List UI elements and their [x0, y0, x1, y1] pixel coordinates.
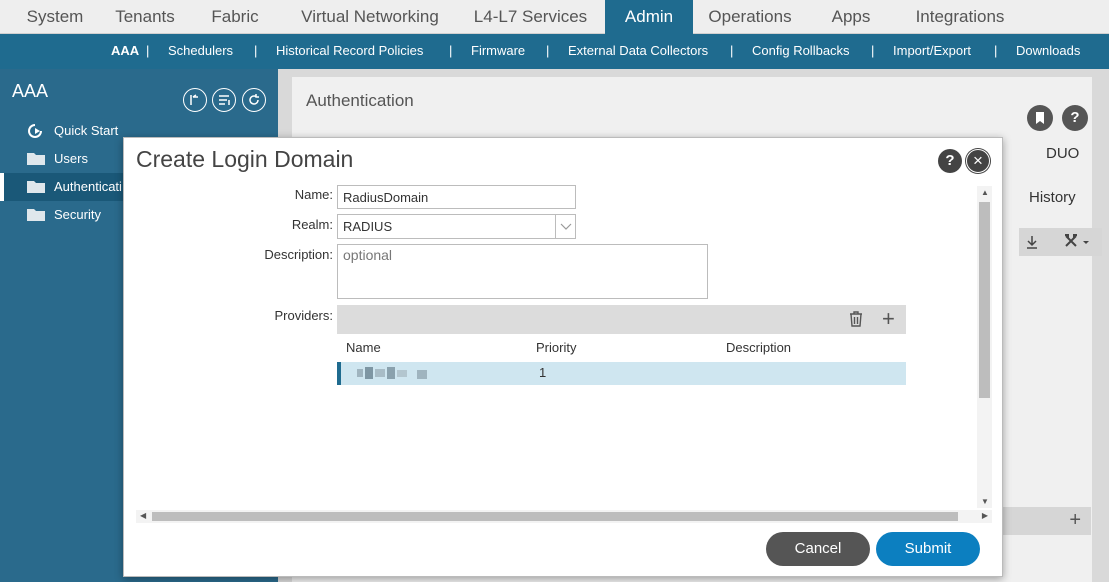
sidebar-item-label: Quick Start [54, 123, 119, 138]
panel-toolbar [1019, 228, 1102, 256]
scroll-right-icon[interactable]: ▶ [982, 511, 988, 520]
chevron-down-icon[interactable] [555, 215, 575, 238]
sidebar-title: AAA [12, 81, 49, 101]
redacted-name [357, 367, 427, 379]
subnav-external-data-collectors[interactable]: External Data Collectors [568, 34, 708, 69]
subnav-import-export[interactable]: Import/Export [893, 34, 971, 69]
tab-operations[interactable]: Operations [695, 0, 805, 34]
scroll-up-icon[interactable]: ▲ [981, 188, 989, 197]
column-header-description[interactable]: Description [726, 340, 791, 355]
description-textarea[interactable]: optional [337, 244, 708, 299]
subnav-separator: | [871, 43, 875, 58]
scroll-left-icon[interactable]: ◀ [140, 511, 146, 520]
realm-label: Realm: [291, 217, 333, 232]
sub-nav: AAA | Schedulers | Historical Record Pol… [0, 34, 1109, 69]
tab-virtual-networking[interactable]: Virtual Networking [284, 0, 456, 34]
create-login-domain-dialog: Create Login Domain ? × Name: Realm: RAD… [123, 137, 1003, 577]
column-header-priority[interactable]: Priority [536, 340, 576, 355]
collapse-icon[interactable] [183, 88, 207, 112]
subnav-separator: | [730, 43, 734, 58]
scrollbar-thumb[interactable] [979, 202, 990, 398]
subnav-separator: | [449, 43, 453, 58]
tab-duo[interactable]: DUO [1046, 145, 1079, 162]
subnav-aaa[interactable]: AAA [111, 34, 139, 69]
bookmark-icon[interactable] [1027, 105, 1053, 131]
tab-fabric[interactable]: Fabric [190, 0, 280, 34]
subnav-historical-record-policies[interactable]: Historical Record Policies [276, 34, 423, 69]
tab-apps[interactable]: Apps [810, 0, 892, 34]
description-label: Description: [264, 247, 333, 262]
sidebar-item-label: Security [54, 207, 101, 222]
realm-select[interactable]: RADIUS [337, 214, 576, 239]
add-icon[interactable]: + [1069, 509, 1081, 532]
panel-title: Authentication [306, 91, 414, 110]
tab-l4-l7-services[interactable]: L4-L7 Services [458, 0, 603, 34]
add-provider-icon[interactable]: + [882, 306, 895, 332]
help-icon[interactable]: ? [938, 149, 962, 173]
providers-toolbar: + [337, 305, 906, 334]
folder-icon [26, 151, 46, 166]
subnav-separator: | [254, 43, 258, 58]
subnav-downloads[interactable]: Downloads [1016, 34, 1080, 69]
tab-tenants[interactable]: Tenants [100, 0, 190, 34]
scroll-down-icon[interactable]: ▼ [981, 497, 989, 506]
list-filter-icon[interactable] [212, 88, 236, 112]
top-nav: System Tenants Fabric Virtual Networking… [0, 0, 1109, 34]
tab-system[interactable]: System [10, 0, 100, 34]
column-header-name[interactable]: Name [346, 340, 381, 355]
sidebar-item-label: Authenticati [54, 179, 122, 194]
tab-history[interactable]: History [1029, 189, 1076, 206]
provider-priority: 1 [539, 365, 547, 380]
name-input[interactable] [337, 185, 576, 209]
folder-icon [26, 179, 46, 194]
subnav-config-rollbacks[interactable]: Config Rollbacks [752, 34, 850, 69]
table-row[interactable]: 1 [337, 362, 906, 385]
name-label: Name: [294, 187, 333, 202]
subnav-separator: | [546, 43, 550, 58]
vertical-scrollbar[interactable]: ▲ ▼ [977, 186, 992, 508]
tools-icon[interactable] [1063, 233, 1091, 251]
trash-icon[interactable] [848, 310, 864, 328]
dialog-title: Create Login Domain [136, 146, 354, 172]
close-icon[interactable]: × [966, 149, 990, 173]
scrollbar-thumb[interactable] [152, 512, 958, 521]
horizontal-scrollbar[interactable]: ◀ ▶ [136, 510, 992, 523]
submit-button[interactable]: Submit [876, 532, 980, 566]
subnav-separator: | [146, 43, 150, 58]
subnav-schedulers[interactable]: Schedulers [168, 34, 233, 69]
tab-admin[interactable]: Admin [605, 0, 693, 34]
subnav-firmware[interactable]: Firmware [471, 34, 525, 69]
panel-action-bar: + [992, 507, 1091, 535]
sidebar-item-label: Users [54, 151, 88, 166]
folder-icon [26, 207, 46, 222]
tab-integrations[interactable]: Integrations [900, 0, 1020, 34]
refresh-icon[interactable] [242, 88, 266, 112]
providers-label: Providers: [274, 308, 333, 323]
cancel-button[interactable]: Cancel [766, 532, 870, 566]
quick-start-icon [26, 123, 46, 138]
help-icon[interactable]: ? [1062, 105, 1088, 131]
download-icon[interactable] [1025, 234, 1039, 250]
subnav-separator: | [994, 43, 998, 58]
realm-value: RADIUS [343, 219, 393, 234]
